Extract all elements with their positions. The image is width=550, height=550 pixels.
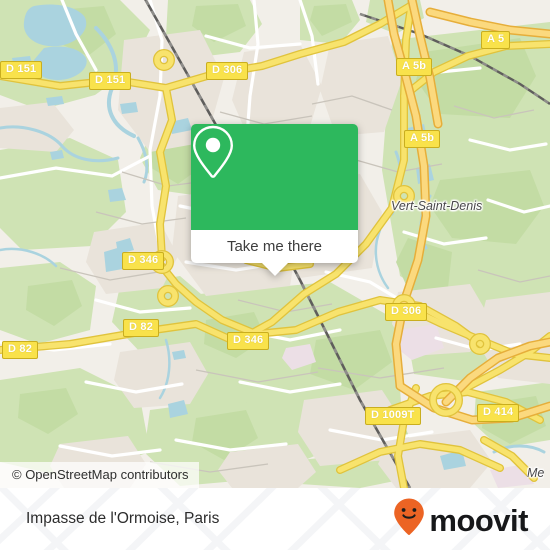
place-label-vert-saint-denis: Vert-Saint-Denis	[391, 199, 483, 213]
road-shield: A 5	[481, 31, 511, 49]
road-shield: D 151	[89, 72, 132, 90]
road-shield: D 346	[122, 252, 165, 270]
moovit-logo[interactable]: moovit	[393, 488, 528, 550]
road-shield: A 5b	[404, 130, 441, 148]
take-me-there-popup[interactable]: Take me there	[191, 124, 358, 276]
road-shield: D 346	[227, 332, 270, 350]
popup-action-label[interactable]: Take me there	[191, 230, 358, 263]
popup-tail	[261, 263, 288, 276]
moovit-map-screen: D 151 D 151 D 306 A 5 A 5b A 5b D 346 D …	[0, 0, 550, 550]
moovit-wordmark: moovit	[429, 502, 528, 538]
map-attribution[interactable]: © OpenStreetMap contributors	[0, 462, 199, 488]
road-shield: D 306	[385, 303, 428, 321]
road-shield: A 5b	[396, 58, 433, 76]
moovit-pin-smiley-icon	[393, 497, 425, 542]
road-shield: D 82	[123, 319, 160, 337]
footer-bar: Impasse de l'Ormoise, Paris moovit	[0, 488, 550, 550]
road-shield: D 82	[2, 341, 39, 359]
map-canvas[interactable]: D 151 D 151 D 306 A 5 A 5b A 5b D 346 D …	[0, 0, 550, 488]
popup-header	[191, 124, 358, 230]
road-shield: D 414	[477, 404, 520, 422]
road-shield: D 1009T	[365, 407, 421, 425]
road-shield: D 306	[206, 62, 249, 80]
location-title: Impasse de l'Ormoise, Paris	[26, 510, 220, 527]
place-label-partial: Me	[527, 466, 545, 480]
road-shield: D 151	[0, 61, 43, 79]
